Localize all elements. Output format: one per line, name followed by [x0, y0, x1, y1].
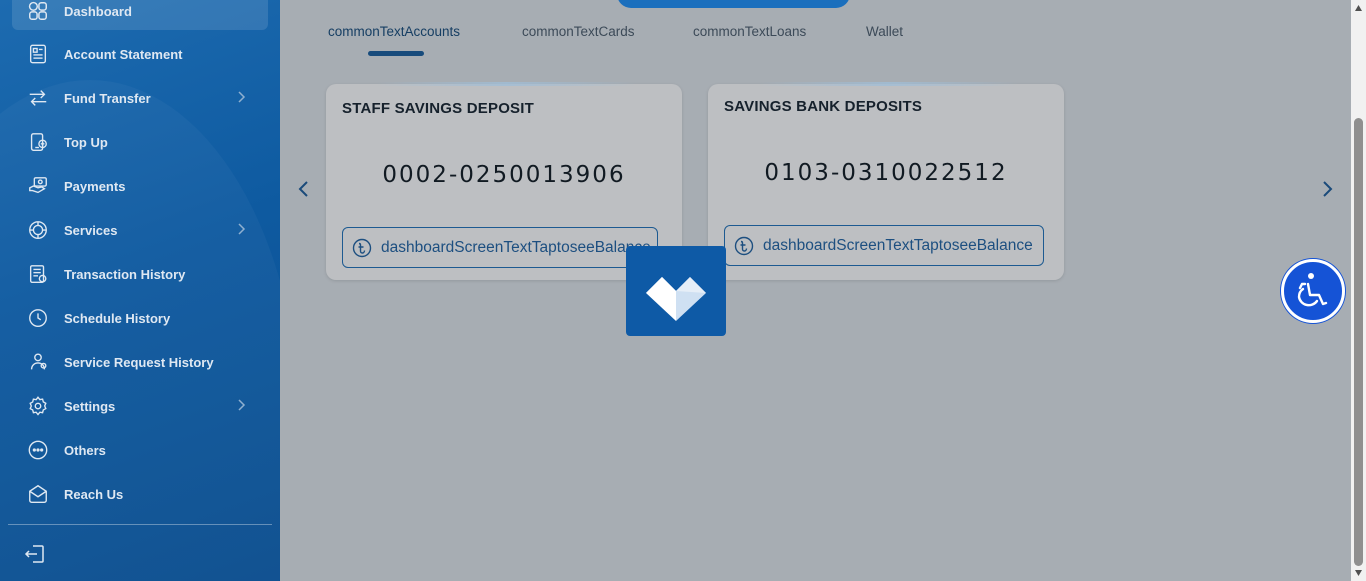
card-accent-line — [758, 82, 1018, 86]
sidebar-item-account-statement[interactable]: Account Statement — [12, 35, 268, 73]
sidebar-item-service-request-history[interactable]: Service Request History — [12, 343, 268, 381]
chevron-right-icon — [238, 91, 246, 103]
statement-icon — [26, 42, 50, 66]
gear-icon — [26, 394, 50, 418]
card-accent-line — [376, 82, 636, 86]
tab-loans[interactable]: commonTextLoans — [693, 24, 806, 39]
sidebar-item-dashboard[interactable]: Dashboard — [12, 0, 268, 30]
transaction-history-icon — [26, 262, 50, 286]
sidebar-item-label: Top Up — [64, 134, 108, 150]
topup-icon — [26, 130, 50, 154]
payments-icon — [26, 174, 50, 198]
sidebar-item-label: Payments — [64, 178, 126, 194]
sidebar-item-payments[interactable]: Payments — [12, 167, 268, 205]
tap-to-see-balance-button[interactable]: dashboardScreenTextTaptoseeBalance — [342, 227, 658, 268]
chevron-right-icon — [238, 223, 246, 235]
more-dots-icon — [26, 438, 50, 462]
main-content: commonTextAccounts commonTextCards commo… — [280, 0, 1351, 581]
scroll-thumb[interactable] — [1354, 118, 1363, 566]
account-number: 0002-0250013906 — [382, 162, 626, 188]
account-type: SAVINGS BANK DEPOSITS — [724, 98, 923, 115]
balance-label: dashboardScreenTextTaptoseeBalance — [381, 238, 651, 256]
sidebar-divider — [8, 524, 272, 525]
loading-logo — [626, 246, 726, 336]
logout-icon[interactable] — [24, 543, 46, 565]
scroll-down-icon[interactable] — [1354, 569, 1363, 577]
sidebar-item-others[interactable]: Others — [12, 431, 268, 469]
scroll-up-icon[interactable] — [1354, 4, 1363, 12]
tap-to-see-balance-button[interactable]: dashboardScreenTextTaptoseeBalance — [724, 225, 1044, 266]
balance-label: dashboardScreenTextTaptoseeBalance — [763, 236, 1033, 254]
sidebar-item-label: Account Statement — [64, 46, 183, 62]
sidebar-item-label: Schedule History — [64, 310, 171, 326]
services-icon — [26, 218, 50, 242]
page-scrollbar[interactable] — [1351, 0, 1366, 581]
wheelchair-icon — [1297, 273, 1328, 307]
sidebar-item-label: Settings — [64, 398, 116, 414]
carousel-prev-icon[interactable] — [296, 179, 312, 199]
sidebar-item-label: Fund Transfer — [64, 90, 151, 106]
taka-icon — [734, 236, 754, 255]
account-card[interactable]: SAVINGS BANK DEPOSITS 0103-0310022512 da… — [708, 82, 1064, 280]
account-number: 0103-0310022512 — [764, 160, 1008, 186]
sidebar-item-label: Service Request History — [64, 354, 214, 370]
chevron-right-icon — [238, 399, 246, 411]
brand-logo-icon — [646, 277, 706, 321]
reach-us-icon — [26, 482, 50, 506]
sidebar-item-reach-us[interactable]: Reach Us — [12, 475, 268, 513]
sidebar-item-schedule-history[interactable]: Schedule History — [12, 299, 268, 337]
sidebar-item-transaction-history[interactable]: Transaction History — [12, 255, 268, 293]
tab-wallet[interactable]: Wallet — [866, 24, 903, 39]
grid-icon — [26, 0, 50, 23]
sidebar-item-label: Dashboard — [64, 3, 132, 19]
sidebar-item-label: Transaction History — [64, 266, 186, 282]
taka-icon — [352, 238, 372, 257]
tab-cards[interactable]: commonTextCards — [522, 24, 635, 39]
sidebar-item-label: Services — [64, 222, 118, 238]
clock-icon — [26, 306, 50, 330]
carousel-next-icon[interactable] — [1319, 179, 1335, 199]
sidebar-item-settings[interactable]: Settings — [12, 387, 268, 425]
account-type: STAFF SAVINGS DEPOSIT — [342, 100, 534, 117]
sidebar-item-label: Others — [64, 442, 106, 458]
sidebar-item-top-up[interactable]: Top Up — [12, 123, 268, 161]
accessibility-button[interactable] — [1281, 259, 1345, 323]
active-tab-indicator — [368, 51, 424, 56]
transfer-arrows-icon — [26, 86, 50, 110]
top-action-pill[interactable] — [617, 0, 850, 8]
sidebar: Dashboard Account Statement Fund Transfe… — [0, 0, 280, 581]
sidebar-item-fund-transfer[interactable]: Fund Transfer — [12, 79, 268, 117]
sidebar-item-label: Reach Us — [64, 486, 124, 502]
tab-accounts[interactable]: commonTextAccounts — [328, 24, 460, 39]
service-request-icon — [26, 350, 50, 374]
sidebar-item-services[interactable]: Services — [12, 211, 268, 249]
